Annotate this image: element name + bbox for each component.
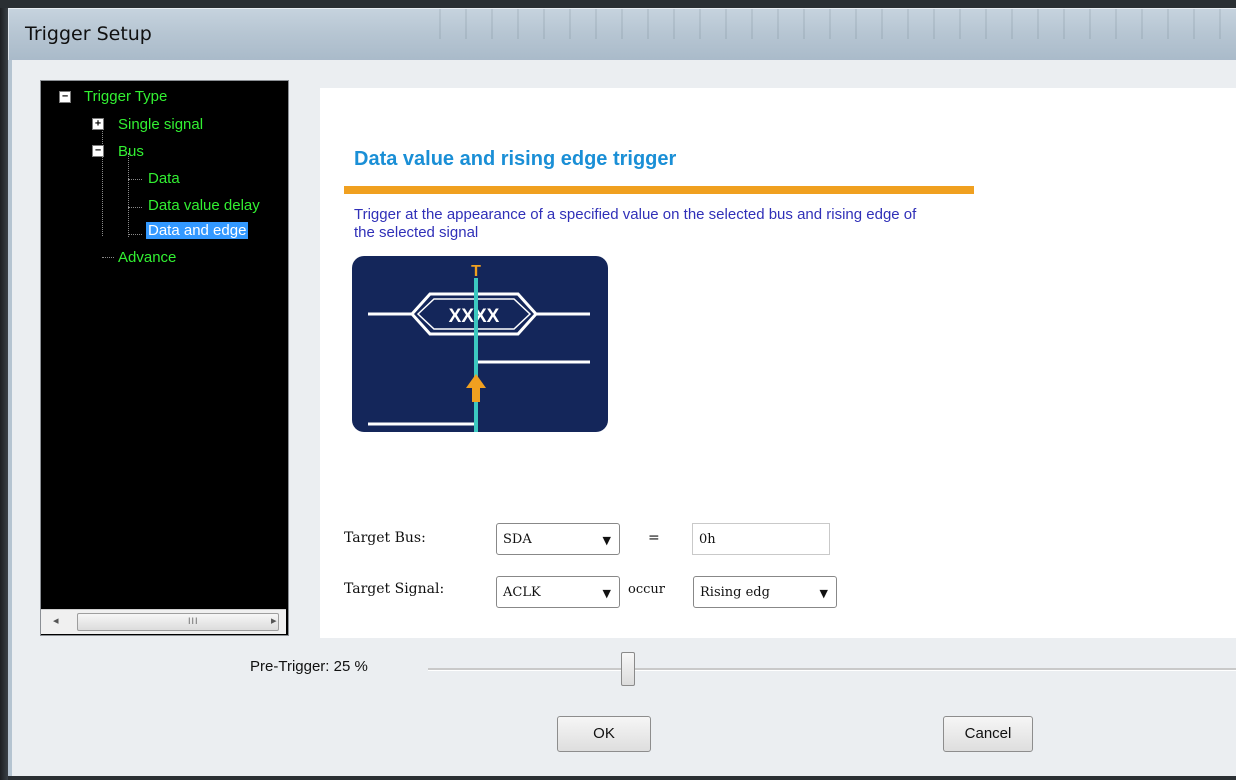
expand-icon[interactable]: + xyxy=(92,118,104,130)
tree-item-bus[interactable]: Bus xyxy=(118,143,144,160)
tree-item-advance[interactable]: Advance xyxy=(118,249,176,266)
tree-item-data[interactable]: Data xyxy=(148,170,180,187)
chevron-down-icon: ▼ xyxy=(602,587,611,600)
tree-connector xyxy=(128,234,142,235)
tree-connector xyxy=(128,207,142,208)
bus-data-value: 0h xyxy=(699,532,716,547)
target-signal-value: ACLK xyxy=(503,585,541,600)
edge-type-value: Rising edg xyxy=(700,585,770,600)
tree-connector xyxy=(128,179,142,180)
scrollbar-thumb[interactable]: III xyxy=(77,613,279,631)
tree-horizontal-scrollbar[interactable]: ◂ III ▸ xyxy=(41,609,286,634)
scrollbar-grip-icon: III xyxy=(188,616,199,626)
target-bus-label: Target Bus: xyxy=(344,530,426,546)
target-signal-select[interactable]: ACLK ▼ xyxy=(496,576,620,608)
scroll-left-icon[interactable]: ◂ xyxy=(53,614,59,627)
diagram-background xyxy=(352,256,608,432)
collapse-icon[interactable]: − xyxy=(92,145,104,157)
equals-sign: = xyxy=(648,530,660,546)
scroll-right-icon[interactable]: ▸ xyxy=(271,614,277,627)
tree-connector xyxy=(128,153,129,237)
target-signal-label: Target Signal: xyxy=(344,581,445,597)
trigger-timing-diagram: XXXX T xyxy=(352,256,608,432)
pre-trigger-label: Pre-Trigger: 25 % xyxy=(250,658,368,675)
occur-label: occur xyxy=(628,582,665,597)
trigger-type-tree[interactable] xyxy=(40,80,289,636)
cancel-button[interactable]: Cancel xyxy=(943,716,1033,752)
tree-item-single-signal[interactable]: Single signal xyxy=(118,116,203,133)
trigger-detail-panel: Data value and rising edge trigger Trigg… xyxy=(320,88,1236,638)
bus-data-value-input[interactable]: 0h xyxy=(692,523,830,555)
tree-connector xyxy=(102,257,114,258)
pre-trigger-slider-track[interactable] xyxy=(428,668,1236,671)
pre-trigger-slider-thumb[interactable] xyxy=(621,652,635,686)
trigger-heading: Data value and rising edge trigger xyxy=(354,148,677,170)
tree-connector xyxy=(102,126,103,236)
tree-item-data-and-edge[interactable]: Data and edge xyxy=(146,222,249,239)
heading-underline xyxy=(344,186,974,194)
title-bar-background xyxy=(439,9,1236,39)
ok-button[interactable]: OK xyxy=(557,716,651,752)
tree-item-data-value-delay[interactable]: Data value delay xyxy=(148,197,286,214)
edge-type-select[interactable]: Rising edg ▼ xyxy=(693,576,837,608)
title-bar[interactable]: Trigger Setup xyxy=(8,8,1236,61)
window-title: Trigger Setup xyxy=(25,23,152,45)
chevron-down-icon: ▼ xyxy=(602,534,611,547)
target-bus-select[interactable]: SDA ▼ xyxy=(496,523,620,555)
trigger-marker-label: T xyxy=(471,263,481,280)
target-bus-value: SDA xyxy=(503,532,532,547)
tree-item-trigger-type[interactable]: Trigger Type xyxy=(84,88,167,105)
chevron-down-icon: ▼ xyxy=(819,587,828,600)
collapse-icon[interactable]: − xyxy=(59,91,71,103)
desktop-edge xyxy=(0,8,8,780)
trigger-description: Trigger at the appearance of a specified… xyxy=(354,206,917,241)
